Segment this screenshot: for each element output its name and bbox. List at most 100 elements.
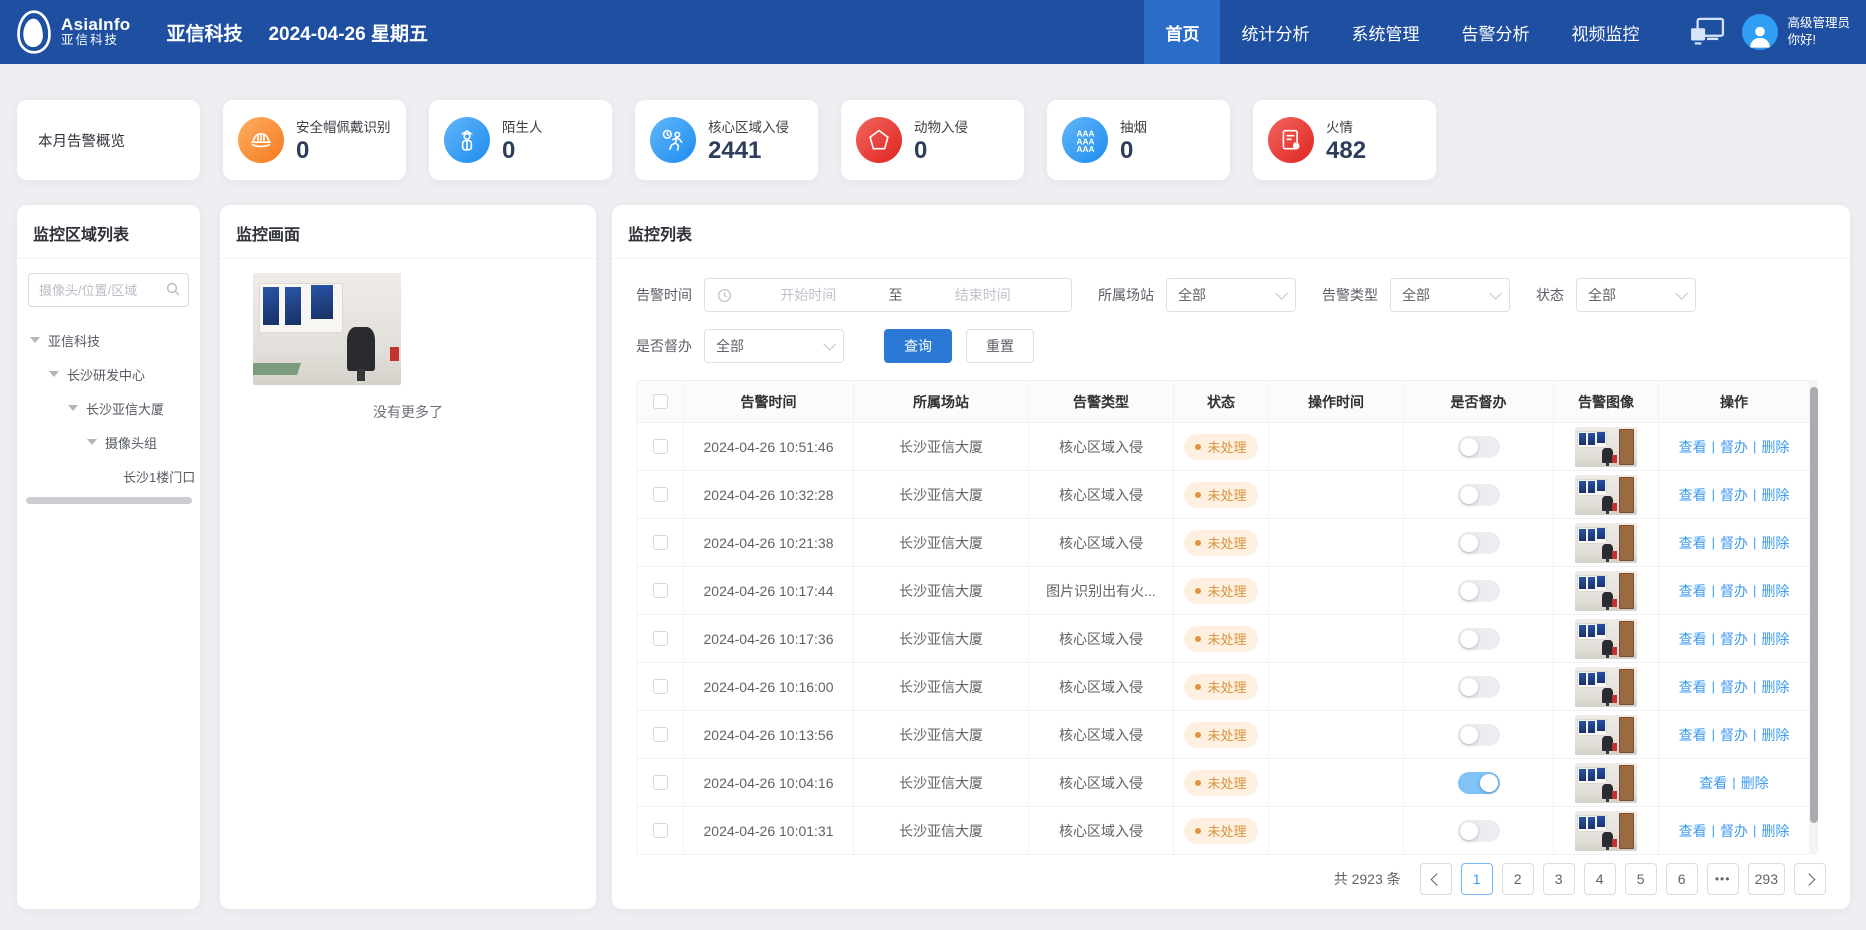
pagination-page-5[interactable]: 5 [1625, 863, 1657, 895]
user-avatar[interactable] [1742, 14, 1778, 50]
row-checkbox[interactable] [653, 535, 668, 550]
supervise-toggle[interactable] [1458, 484, 1500, 506]
action-supervise[interactable]: 督办 [1720, 581, 1748, 601]
alarm-image-thumbnail[interactable] [1575, 475, 1637, 515]
action-supervise[interactable]: 督办 [1720, 437, 1748, 457]
alarm-image-thumbnail[interactable] [1575, 763, 1637, 803]
action-supervise[interactable]: 督办 [1720, 629, 1748, 649]
scrollbar-thumb[interactable] [1810, 387, 1818, 823]
caret-down-icon[interactable] [87, 439, 97, 445]
row-checkbox[interactable] [653, 439, 668, 454]
supervise-toggle[interactable] [1458, 676, 1500, 698]
alarm-image-thumbnail[interactable] [1575, 571, 1637, 611]
supervise-toggle[interactable] [1458, 772, 1500, 794]
pagination-page-293[interactable]: 293 [1748, 863, 1785, 895]
nav-item-statistics[interactable]: 统计分析 [1220, 0, 1330, 64]
action-delete[interactable]: 删除 [1761, 533, 1789, 553]
caret-down-icon[interactable] [68, 405, 78, 411]
alarm-image-thumbnail[interactable] [1575, 427, 1637, 467]
page-brand: 亚信科技 [166, 19, 242, 46]
action-delete[interactable]: 删除 [1761, 437, 1789, 457]
supervise-toggle[interactable] [1458, 436, 1500, 458]
row-checkbox[interactable] [653, 775, 668, 790]
alarm-time-cell: 2024-04-26 10:01:31 [684, 807, 854, 855]
action-supervise[interactable]: 督办 [1720, 821, 1748, 841]
row-checkbox[interactable] [653, 631, 668, 646]
action-view[interactable]: 查看 [1679, 533, 1707, 553]
action-delete[interactable]: 删除 [1761, 581, 1789, 601]
action-supervise[interactable]: 督办 [1720, 533, 1748, 553]
alarm-image-thumbnail[interactable] [1575, 619, 1637, 659]
action-view[interactable]: 查看 [1679, 677, 1707, 697]
action-supervise[interactable]: 督办 [1720, 677, 1748, 697]
nav-item-system[interactable]: 系统管理 [1330, 0, 1440, 64]
pagination-prev-button[interactable] [1420, 863, 1452, 895]
row-checkbox[interactable] [653, 583, 668, 598]
action-delete[interactable]: 删除 [1761, 629, 1789, 649]
pagination-more-button[interactable]: ••• [1707, 863, 1739, 895]
station-select[interactable]: 全部 [1166, 278, 1296, 312]
pagination-next-button[interactable] [1794, 863, 1826, 895]
pagination-page-2[interactable]: 2 [1502, 863, 1534, 895]
tree-node-camera-leaf[interactable]: 长沙1楼门口 [17, 459, 200, 493]
action-view[interactable]: 查看 [1679, 629, 1707, 649]
alarm-type-select[interactable]: 全部 [1390, 278, 1510, 312]
region-panel-title: 监控区域列表 [17, 205, 200, 259]
status-filter-label: 状态 [1536, 285, 1564, 305]
reset-button[interactable]: 重置 [966, 329, 1034, 363]
action-delete[interactable]: 删除 [1761, 821, 1789, 841]
tree-node-company[interactable]: 亚信科技 [17, 323, 200, 357]
alarm-image-thumbnail[interactable] [1575, 811, 1637, 851]
action-view[interactable]: 查看 [1679, 581, 1707, 601]
supervise-toggle[interactable] [1458, 724, 1500, 746]
pagination-page-6[interactable]: 6 [1666, 863, 1698, 895]
action-delete[interactable]: 删除 [1761, 725, 1789, 745]
supervise-toggle[interactable] [1458, 580, 1500, 602]
pagination-page-1[interactable]: 1 [1461, 863, 1493, 895]
pagination-page-4[interactable]: 4 [1584, 863, 1616, 895]
action-delete[interactable]: 删除 [1761, 677, 1789, 697]
camera-panel: 监控画面 没有更多了 [220, 205, 596, 909]
date-range-picker[interactable]: 开始时间 至 结束时间 [704, 278, 1072, 312]
row-actions: 查看|督办|删除 [1659, 711, 1810, 759]
action-supervise[interactable]: 督办 [1720, 725, 1748, 745]
alarm-image-thumbnail[interactable] [1575, 715, 1637, 755]
tree-node-building[interactable]: 长沙亚信大厦 [17, 391, 200, 425]
monitor-devices-icon[interactable] [1688, 17, 1726, 47]
query-button[interactable]: 查询 [884, 329, 952, 363]
supervise-toggle[interactable] [1458, 628, 1500, 650]
row-checkbox[interactable] [653, 487, 668, 502]
row-checkbox[interactable] [653, 727, 668, 742]
action-view[interactable]: 查看 [1679, 485, 1707, 505]
action-supervise[interactable]: 督办 [1720, 485, 1748, 505]
table-row: 2024-04-26 10:32:28 长沙亚信大厦 核心区域入侵 未处理 [636, 471, 1810, 519]
supervise-toggle[interactable] [1458, 532, 1500, 554]
alarm-time-filter-label: 告警时间 [636, 285, 692, 305]
caret-down-icon[interactable] [30, 337, 40, 343]
camera-feed-thumbnail[interactable] [253, 273, 401, 385]
alarm-image-thumbnail[interactable] [1575, 667, 1637, 707]
action-delete[interactable]: 删除 [1741, 773, 1769, 793]
tree-node-rd-center[interactable]: 长沙研发中心 [17, 357, 200, 391]
action-view[interactable]: 查看 [1679, 725, 1707, 745]
row-checkbox[interactable] [653, 823, 668, 838]
nav-item-home[interactable]: 首页 [1144, 0, 1220, 64]
caret-down-icon[interactable] [49, 371, 59, 377]
tree-node-camera-group[interactable]: 摄像头组 [17, 425, 200, 459]
action-view[interactable]: 查看 [1679, 821, 1707, 841]
supervise-select[interactable]: 全部 [704, 329, 844, 363]
alarm-image-thumbnail[interactable] [1575, 523, 1637, 563]
row-checkbox[interactable] [653, 679, 668, 694]
pagination-page-3[interactable]: 3 [1543, 863, 1575, 895]
horizontal-scrollbar[interactable] [26, 497, 192, 504]
fire-icon [1268, 117, 1314, 163]
nav-item-alarm-analysis[interactable]: 告警分析 [1440, 0, 1550, 64]
status-select[interactable]: 全部 [1576, 278, 1696, 312]
action-view[interactable]: 查看 [1699, 773, 1727, 793]
action-delete[interactable]: 删除 [1761, 485, 1789, 505]
nav-item-video-monitor[interactable]: 视频监控 [1550, 0, 1660, 64]
camera-search-box [28, 273, 189, 307]
supervise-toggle[interactable] [1458, 820, 1500, 842]
action-view[interactable]: 查看 [1679, 437, 1707, 457]
select-all-checkbox[interactable] [653, 394, 668, 409]
